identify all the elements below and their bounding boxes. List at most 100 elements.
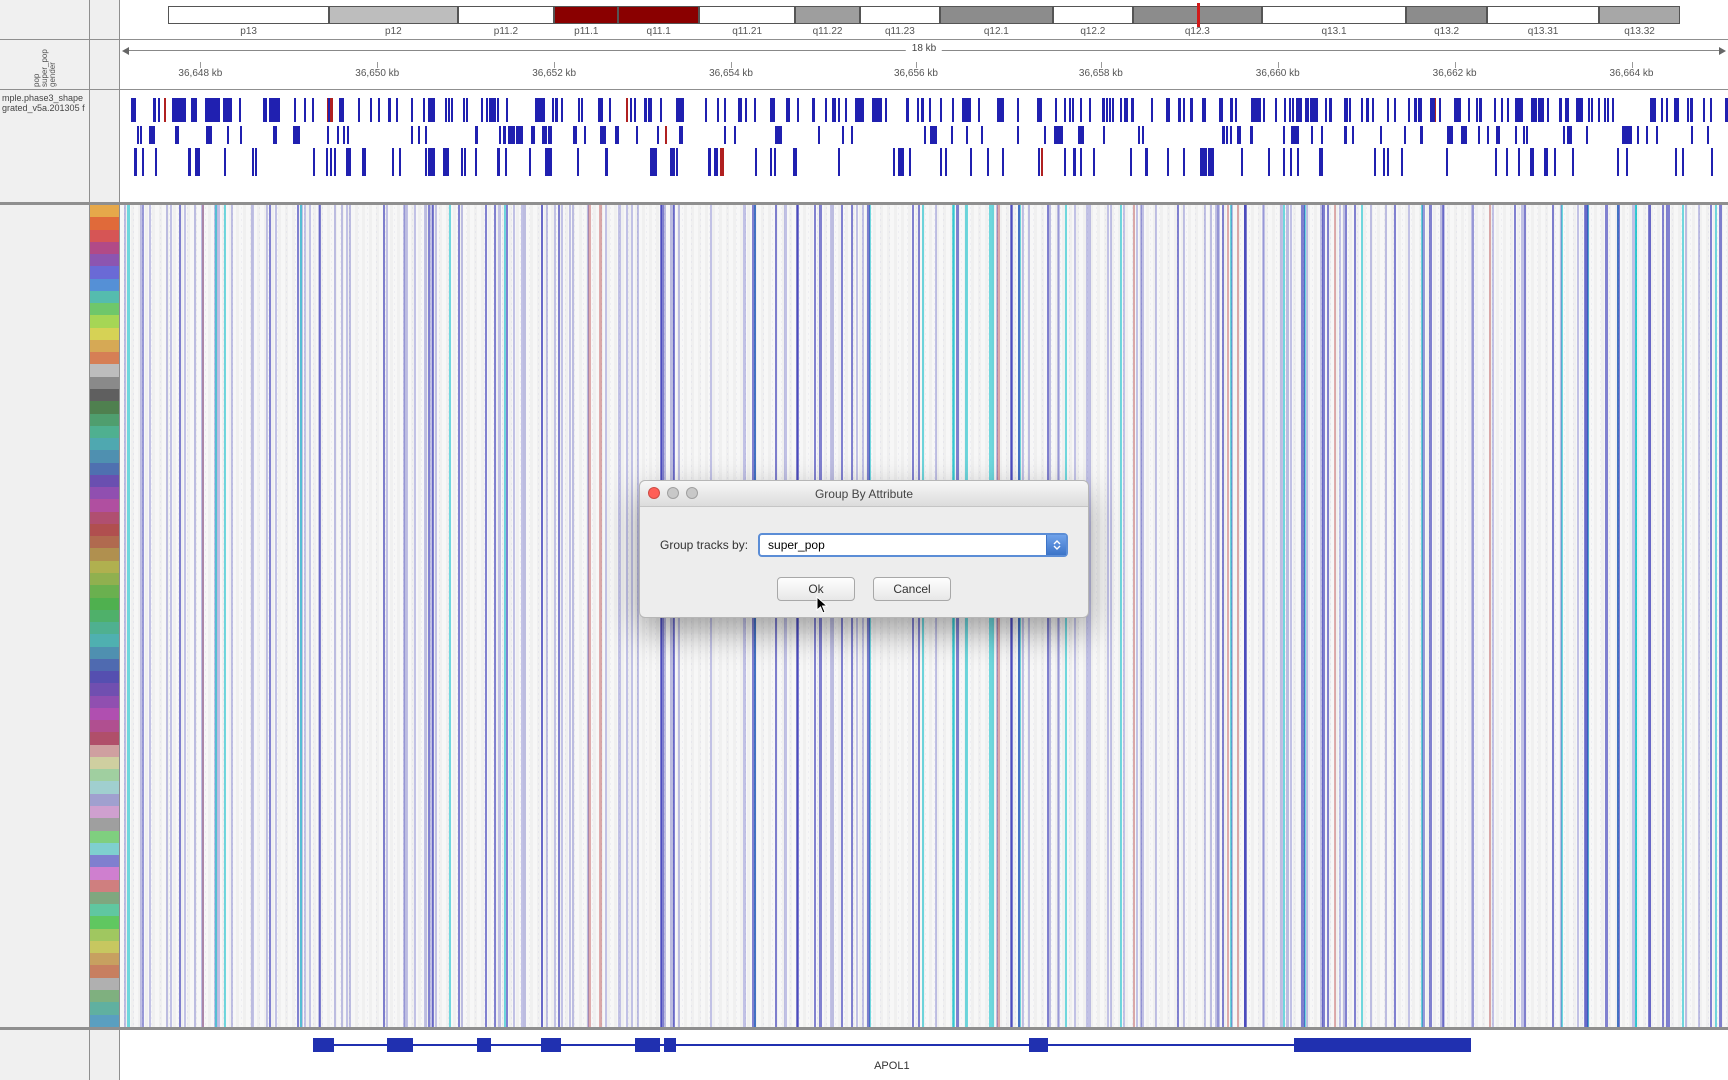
attribute-cell[interactable] [90, 512, 119, 524]
ok-button[interactable]: Ok [777, 577, 855, 601]
attribute-cell[interactable] [90, 867, 119, 879]
attribute-cell[interactable] [90, 781, 119, 793]
ideogram-band[interactable] [1053, 6, 1133, 24]
attribute-cell[interactable] [90, 585, 119, 597]
attribute-cell[interactable] [90, 769, 119, 781]
attribute-cell[interactable] [90, 732, 119, 744]
variant-track-label[interactable]: mple.phase3_shape grated_v5a.201305 f [0, 90, 90, 202]
attribute-cell[interactable] [90, 524, 119, 536]
attribute-cell[interactable] [90, 561, 119, 573]
ideogram-band[interactable] [458, 6, 554, 24]
attribute-cell[interactable] [90, 953, 119, 965]
attribute-cell[interactable] [90, 426, 119, 438]
attribute-cell[interactable] [90, 414, 119, 426]
attribute-cell[interactable] [90, 475, 119, 487]
attribute-cell[interactable] [90, 671, 119, 683]
attribute-color-strip[interactable] [90, 205, 120, 1027]
attribute-cell[interactable] [90, 610, 119, 622]
attribute-cell[interactable] [90, 401, 119, 413]
window-minimize-button[interactable] [667, 487, 679, 499]
attribute-cell[interactable] [90, 806, 119, 818]
attribute-cell[interactable] [90, 254, 119, 266]
sample-track-gutter[interactable] [0, 205, 90, 1027]
attribute-cell[interactable] [90, 794, 119, 806]
genomic-ruler[interactable]: 18 kb 36,648 kb36,650 kb36,652 kb36,654 … [120, 40, 1728, 89]
attribute-cell[interactable] [90, 328, 119, 340]
attribute-cell[interactable] [90, 499, 119, 511]
ideogram-band[interactable] [329, 6, 458, 24]
attribute-cell[interactable] [90, 745, 119, 757]
gene-track[interactable]: APOL1 [120, 1030, 1728, 1080]
gene-exon[interactable] [313, 1038, 334, 1052]
attribute-cell[interactable] [90, 683, 119, 695]
attribute-cell[interactable] [90, 548, 119, 560]
attribute-cell[interactable] [90, 291, 119, 303]
attribute-cell[interactable] [90, 904, 119, 916]
attribute-cell[interactable] [90, 487, 119, 499]
attribute-cell[interactable] [90, 230, 119, 242]
attribute-cell[interactable] [90, 720, 119, 732]
attribute-cell[interactable] [90, 266, 119, 278]
attribute-cell[interactable] [90, 438, 119, 450]
attribute-cell[interactable] [90, 205, 119, 217]
attribute-cell[interactable] [90, 303, 119, 315]
ideogram-band[interactable] [554, 6, 618, 24]
attribute-cell[interactable] [90, 916, 119, 928]
gene-exon[interactable] [387, 1038, 413, 1052]
dialog-titlebar[interactable]: Group By Attribute [640, 481, 1088, 507]
window-zoom-button[interactable] [686, 487, 698, 499]
attribute-cell[interactable] [90, 843, 119, 855]
attribute-cell[interactable] [90, 929, 119, 941]
ideogram-band[interactable] [168, 6, 329, 24]
ideogram-band[interactable] [1487, 6, 1600, 24]
attribute-cell[interactable] [90, 315, 119, 327]
attribute-cell[interactable] [90, 855, 119, 867]
gene-exon[interactable] [635, 1038, 661, 1052]
attribute-cell[interactable] [90, 634, 119, 646]
gene-exon[interactable] [541, 1038, 560, 1052]
gene-exon[interactable] [1029, 1038, 1048, 1052]
variant-density-track[interactable] [120, 90, 1728, 202]
cancel-button[interactable]: Cancel [873, 577, 951, 601]
attribute-cell[interactable] [90, 659, 119, 671]
attribute-cell[interactable] [90, 1002, 119, 1014]
gene-exon[interactable] [477, 1038, 491, 1052]
attribute-cell[interactable] [90, 892, 119, 904]
ideogram-band[interactable] [860, 6, 940, 24]
attribute-cell[interactable] [90, 965, 119, 977]
attribute-cell[interactable] [90, 598, 119, 610]
ideogram-band[interactable] [1406, 6, 1486, 24]
attribute-cell[interactable] [90, 352, 119, 364]
attribute-cell[interactable] [90, 708, 119, 720]
attribute-cell[interactable] [90, 340, 119, 352]
ideogram-band[interactable] [1599, 6, 1679, 24]
attribute-cell[interactable] [90, 941, 119, 953]
combobox-dropdown-button[interactable] [1046, 535, 1066, 555]
ideogram-band[interactable] [699, 6, 795, 24]
window-close-button[interactable] [648, 487, 660, 499]
ideogram-band[interactable] [618, 6, 698, 24]
attribute-cell[interactable] [90, 978, 119, 990]
attribute-cell[interactable] [90, 818, 119, 830]
ideogram-band[interactable] [795, 6, 859, 24]
attribute-cell[interactable] [90, 463, 119, 475]
attribute-cell[interactable] [90, 364, 119, 376]
attribute-cell[interactable] [90, 536, 119, 548]
attribute-cell[interactable] [90, 573, 119, 585]
ideogram-band[interactable] [940, 6, 1053, 24]
attribute-cell[interactable] [90, 880, 119, 892]
group-by-combobox[interactable] [758, 533, 1068, 557]
attribute-cell[interactable] [90, 696, 119, 708]
attribute-cell[interactable] [90, 242, 119, 254]
ideogram[interactable]: p13p12p11.2p11.1q11.1q11.21q11.22q11.23q… [120, 0, 1728, 39]
gene-exon[interactable] [1294, 1038, 1471, 1052]
attribute-cell[interactable] [90, 450, 119, 462]
attribute-cell[interactable] [90, 622, 119, 634]
attribute-cell[interactable] [90, 389, 119, 401]
attribute-cell[interactable] [90, 1015, 119, 1027]
group-by-input[interactable] [760, 538, 1046, 552]
gene-exon[interactable] [664, 1038, 677, 1052]
attribute-cell[interactable] [90, 217, 119, 229]
attribute-cell[interactable] [90, 831, 119, 843]
attribute-cell[interactable] [90, 279, 119, 291]
